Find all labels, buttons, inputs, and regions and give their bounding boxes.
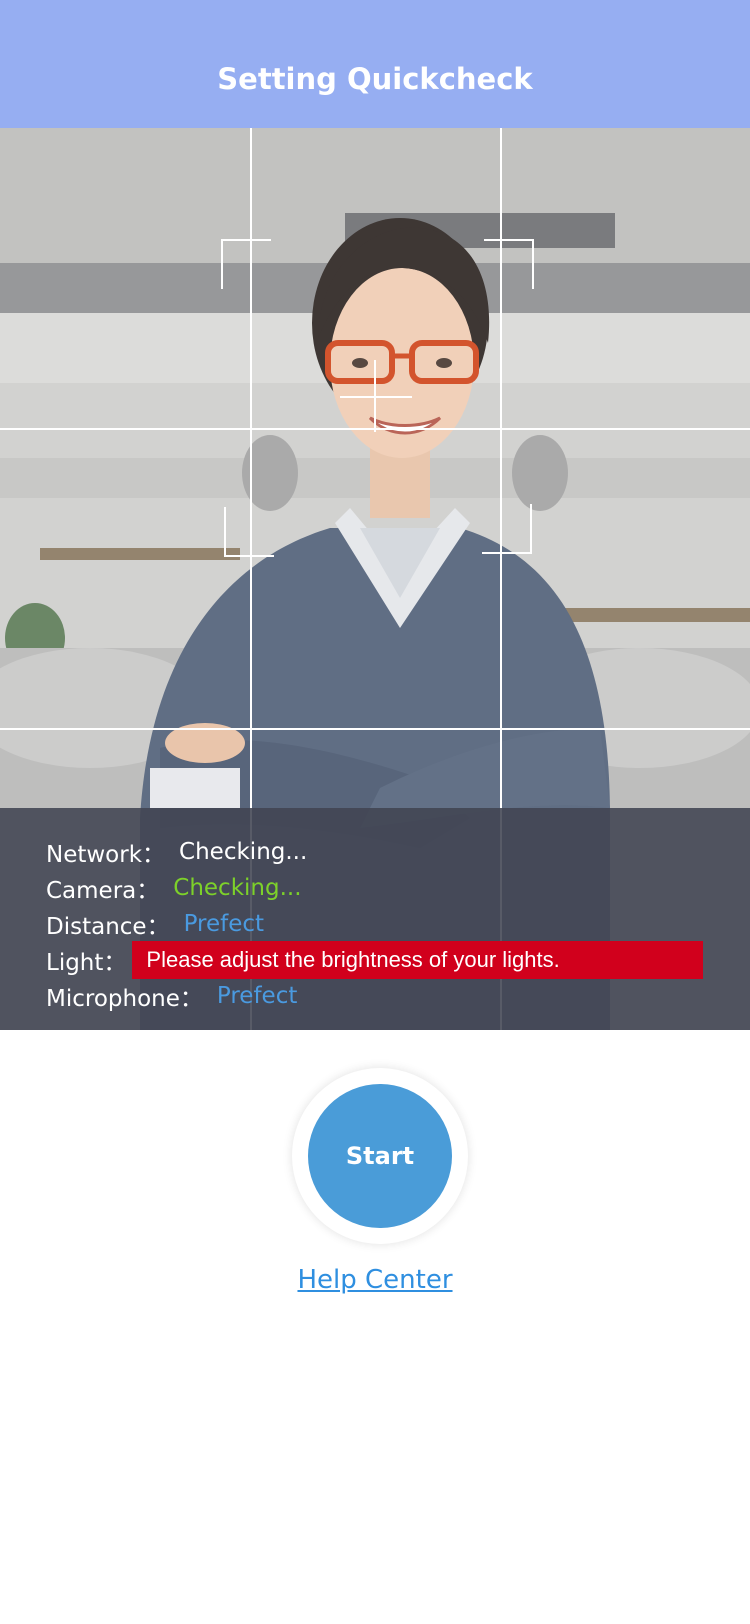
crosshair-vertical [374, 360, 376, 432]
microphone-label: Microphone： [46, 986, 203, 1012]
quickcheck-screen: Setting Quickcheck Network： Checking... … [0, 0, 750, 1624]
network-label: Network： [46, 842, 166, 868]
status-panel: Network： Checking... Camera： Checking...… [0, 808, 750, 1030]
status-row-network: Network： Checking... [46, 834, 307, 870]
crosshair-horizontal [340, 396, 412, 398]
status-row-microphone: Microphone： Prefect [46, 978, 297, 1014]
face-frame-corner-top-right [484, 239, 534, 289]
light-label: Light： [46, 950, 127, 976]
microphone-value: Prefect [216, 983, 298, 1009]
face-frame-corner-top-left [221, 239, 271, 289]
camera-value: Checking... [173, 875, 302, 901]
light-warning-message: Please adjust the brightness of your lig… [132, 941, 704, 979]
help-center-link[interactable]: Help Center [0, 1265, 750, 1295]
status-row-camera: Camera： Checking... [46, 870, 302, 906]
page-title: Setting Quickcheck [217, 62, 533, 96]
face-frame-corner-bottom-right [482, 504, 532, 554]
distance-value: Prefect [183, 911, 265, 937]
header-bar: Setting Quickcheck [0, 0, 750, 128]
camera-label: Camera： [46, 878, 160, 904]
camera-preview: Network： Checking... Camera： Checking...… [0, 128, 750, 1030]
status-row-distance: Distance： Prefect [46, 906, 264, 942]
distance-label: Distance： [46, 914, 170, 940]
start-button-ring: Start [292, 1068, 468, 1244]
grid-line-horizontal-bottom [0, 728, 750, 730]
face-frame-corner-bottom-left [224, 507, 274, 557]
start-button[interactable]: Start [308, 1084, 452, 1228]
status-row-light: Light： Please adjust the brightness of y… [46, 941, 704, 979]
network-value: Checking... [179, 839, 308, 865]
